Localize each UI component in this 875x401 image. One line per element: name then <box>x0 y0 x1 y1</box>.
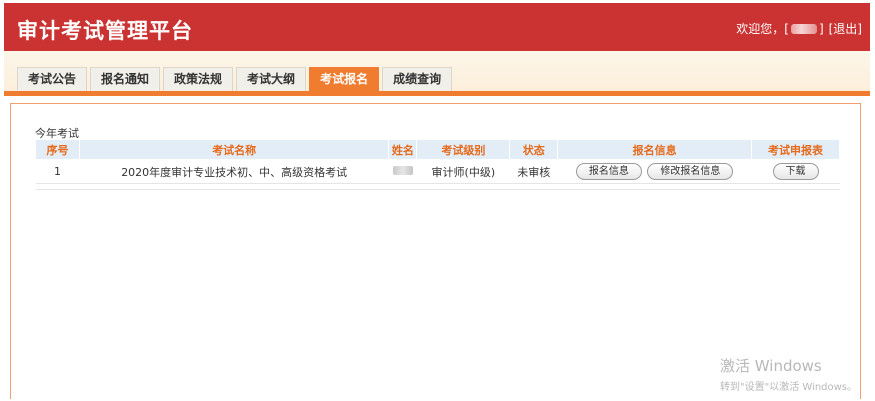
view-registration-button[interactable]: 报名信息 <box>575 163 642 180</box>
tab-score-query[interactable]: 成绩查询 <box>382 67 453 91</box>
tab-exam-syllabus[interactable]: 考试大纲 <box>236 67 307 91</box>
table-row: 1 2020年度审计专业技术初、中、高级资格考试 审计师(中级) 未审核 报名信… <box>35 159 840 184</box>
welcome-text: 欢迎您，[] [退出] <box>736 20 862 37</box>
cell-index: 1 <box>35 159 80 184</box>
nav-tabs: 考试公告 报名通知 政策法规 考试大纲 考试报名 成绩查询 <box>17 67 455 91</box>
col-header-exam-name: 考试名称 <box>78 139 390 160</box>
watermark-subtitle: 转到"设置"以激活 Windows。 <box>720 382 858 393</box>
col-header-index: 序号 <box>35 139 80 160</box>
download-button[interactable]: 下载 <box>772 163 819 180</box>
col-header-status: 状态 <box>509 139 559 160</box>
cell-status: 未审核 <box>509 159 558 184</box>
col-header-registration-info: 报名信息 <box>557 139 753 160</box>
cell-download: 下载 <box>751 159 840 184</box>
cell-level: 审计师(中级) <box>416 159 510 184</box>
tab-exam-registration[interactable]: 考试报名 <box>309 67 380 91</box>
cell-name <box>388 159 417 184</box>
app-header: 审计考试管理平台 欢迎您，[] [退出] <box>4 3 870 51</box>
cell-registration-actions: 报名信息 修改报名信息 <box>557 159 752 184</box>
nav-underline <box>4 91 870 96</box>
tab-exam-notice[interactable]: 考试公告 <box>17 67 88 91</box>
username-redacted <box>790 24 817 34</box>
col-header-name: 姓名 <box>388 139 418 160</box>
name-redacted <box>392 166 413 175</box>
welcome-prefix: 欢迎您，[ <box>736 22 789 36</box>
table-spacer-row <box>35 183 840 190</box>
app-title: 审计考试管理平台 <box>17 19 193 43</box>
logout-link[interactable]: [退出] <box>829 22 862 36</box>
tab-policies[interactable]: 政策法规 <box>163 67 234 91</box>
welcome-suffix: ] <box>818 22 824 36</box>
tab-registration-notice[interactable]: 报名通知 <box>90 67 161 91</box>
edit-registration-button[interactable]: 修改报名信息 <box>647 163 734 180</box>
cell-exam-name: 2020年度审计专业技术初、中、高级资格考试 <box>79 159 389 184</box>
col-header-level: 考试级别 <box>416 139 511 160</box>
windows-activation-watermark: 激活 Windows 转到"设置"以激活 Windows。 <box>720 355 857 393</box>
exam-table: 序号 考试名称 姓名 考试级别 状态 报名信息 考试申报表 1 2020年度审计… <box>35 139 840 190</box>
table-header-row: 序号 考试名称 姓名 考试级别 状态 报名信息 考试申报表 <box>35 139 840 160</box>
col-header-application-form: 考试申报表 <box>751 139 840 160</box>
watermark-title: 激活 Windows <box>720 357 822 375</box>
